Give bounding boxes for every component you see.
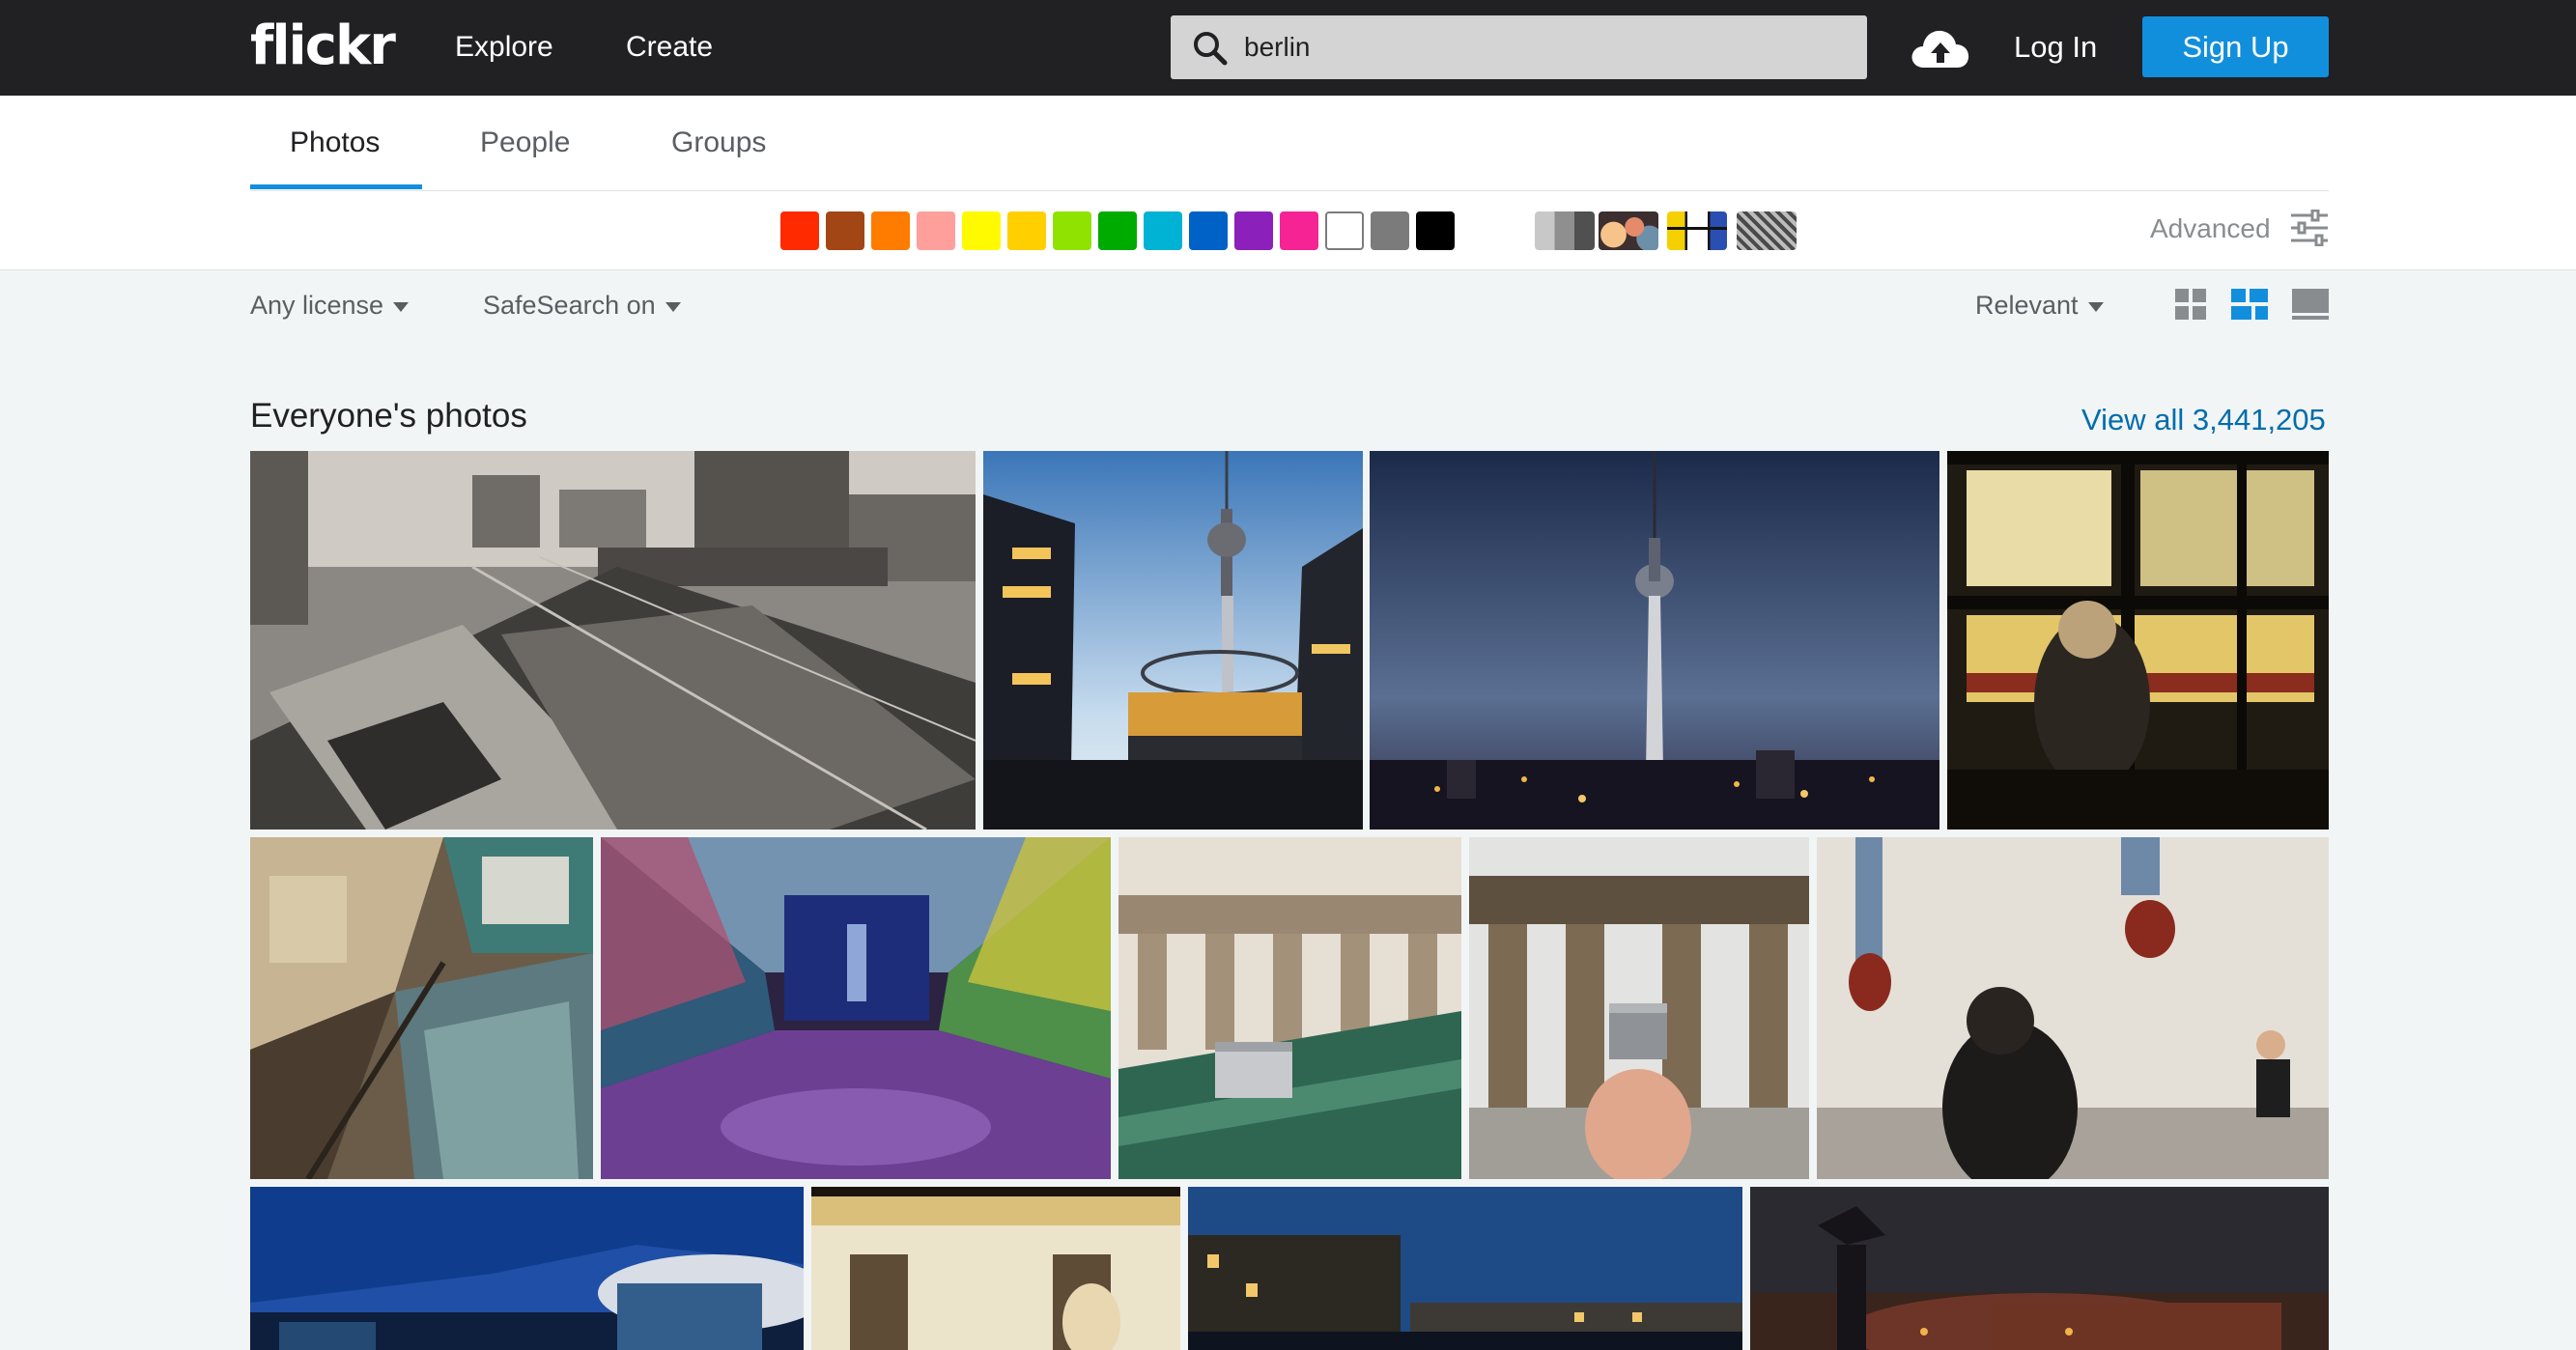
chevron-down-icon — [2087, 301, 2104, 312]
chevron-down-icon — [665, 301, 681, 312]
photo-person-at-train-window[interactable] — [1947, 451, 2329, 830]
nav-explore[interactable]: Explore — [455, 29, 553, 66]
tab-photos[interactable]: Photos — [290, 125, 380, 161]
color-swatch-brown[interactable] — [826, 211, 864, 250]
color-swatch-pink[interactable] — [917, 211, 955, 250]
justified-view-icon[interactable] — [2231, 289, 2268, 320]
photo-statue-palace-night[interactable] — [1750, 1187, 2329, 1350]
color-swatch-cyan[interactable] — [1144, 211, 1182, 250]
color-swatch-green[interactable] — [1098, 211, 1137, 250]
safesearch-label: SafeSearch on — [483, 291, 656, 320]
sliders-icon[interactable] — [2289, 210, 2330, 246]
color-swatch-blue[interactable] — [1189, 211, 1228, 250]
black-and-white-icon[interactable] — [1535, 211, 1595, 250]
search-icon — [1194, 32, 1228, 66]
minimalist-icon[interactable] — [1667, 211, 1727, 250]
signup-button[interactable]: Sign Up — [2142, 16, 2329, 77]
patterns-icon[interactable] — [1737, 211, 1797, 250]
view-all-link[interactable]: View all 3,441,205 — [2081, 402, 2326, 438]
sort-label: Relevant — [1975, 291, 2079, 320]
tab-groups[interactable]: Groups — [671, 125, 766, 161]
divider — [250, 190, 2329, 191]
license-dropdown[interactable]: Any license — [250, 289, 410, 322]
photo-potsdamer-platz-aerial[interactable] — [250, 837, 593, 1179]
tab-people[interactable]: People — [480, 125, 570, 161]
photo-sbahn-train-blur[interactable] — [811, 1187, 1180, 1350]
color-swatch-gold[interactable] — [1007, 211, 1046, 250]
photo-red-shoes-street[interactable] — [1817, 837, 2329, 1179]
photo-river-buildings-evening[interactable] — [1188, 1187, 1742, 1350]
sort-dropdown[interactable]: Relevant — [1975, 289, 2104, 322]
photo-tv-tower-world-clock[interactable] — [983, 451, 1363, 830]
chevron-down-icon — [393, 301, 410, 312]
color-swatch-yellow[interactable] — [962, 211, 1001, 250]
advanced-search-link[interactable]: Advanced — [2150, 210, 2271, 248]
photo-alexanderplatz-street-bw[interactable] — [250, 451, 976, 830]
nav-create[interactable]: Create — [626, 29, 713, 66]
color-swatch-lime[interactable] — [1053, 211, 1091, 250]
color-swatch-red[interactable] — [780, 211, 819, 250]
color-swatch-white[interactable] — [1325, 211, 1364, 250]
login-link[interactable]: Log In — [2014, 29, 2097, 66]
photo-brandenburg-gate-miniature-hand[interactable] — [1469, 837, 1809, 1179]
search-box[interactable] — [1171, 15, 1867, 79]
search-subnav: Photos People Groups Advanced — [0, 96, 2576, 270]
photo-tv-tower-dusk[interactable] — [1370, 451, 1939, 830]
slideshow-view-icon[interactable] — [2292, 289, 2329, 320]
photo-colorful-tunnel[interactable] — [601, 837, 1111, 1179]
color-swatch-gray[interactable] — [1371, 211, 1409, 250]
license-label: Any license — [250, 291, 384, 320]
color-swatch-black[interactable] — [1416, 211, 1455, 250]
safesearch-dropdown[interactable]: SafeSearch on — [483, 289, 681, 322]
color-swatch-orange[interactable] — [871, 211, 910, 250]
shallow-depth-of-field-icon[interactable] — [1599, 211, 1658, 250]
top-navigation-bar: flickr Explore Create Log In Sign Up — [0, 0, 2576, 96]
cloud-upload-icon[interactable] — [1911, 27, 1970, 70]
photo-brandenburg-gate-miniature-bench[interactable] — [1118, 837, 1461, 1179]
active-tab-indicator — [250, 184, 422, 189]
search-input[interactable] — [1244, 15, 1843, 79]
flickr-logo[interactable]: flickr — [250, 15, 396, 77]
photo-government-building-blue-hour[interactable] — [250, 1187, 804, 1350]
section-title: Everyone's photos — [250, 397, 527, 435]
color-swatch-purple[interactable] — [1234, 211, 1273, 250]
color-swatch-magenta[interactable] — [1280, 211, 1318, 250]
grid-view-icon[interactable] — [2175, 289, 2206, 320]
